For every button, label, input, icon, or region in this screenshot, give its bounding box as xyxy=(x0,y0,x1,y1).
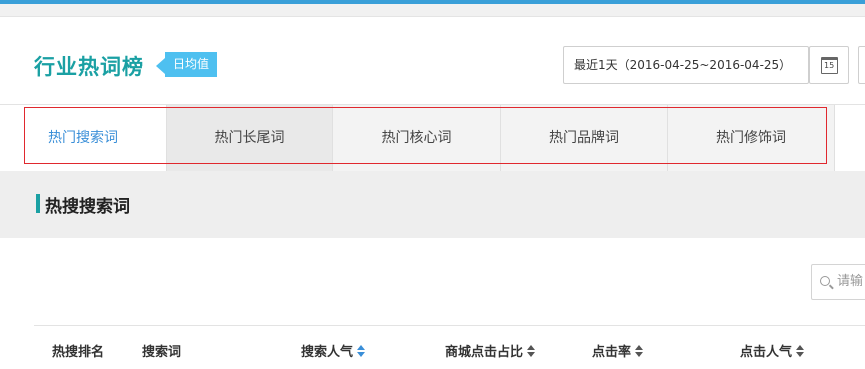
calendar-day-number: 15 xyxy=(824,61,835,70)
column-header-label: 点击人气 xyxy=(740,345,793,360)
search-input[interactable]: 请输 xyxy=(811,264,865,300)
tab-hot-long-tail-words[interactable]: 热门长尾词 xyxy=(167,105,333,171)
calendar-button[interactable]: 15 xyxy=(809,46,849,84)
column-header-label: 热搜排名 xyxy=(52,345,105,360)
section-accent-bar xyxy=(36,194,40,213)
keyword-tabs: 热门搜索词 热门长尾词 热门核心词 热门品牌词 热门修饰词 xyxy=(0,104,865,171)
sort-icon[interactable] xyxy=(527,345,536,357)
column-header-click-rate[interactable]: 点击率 xyxy=(592,341,644,360)
date-range-selector[interactable]: 最近1天（2016-04-25~2016-04-25） xyxy=(563,46,809,84)
tab-overflow-area xyxy=(835,105,865,171)
badge-arrow xyxy=(156,58,165,74)
column-header-label: 点击率 xyxy=(592,345,632,360)
toolbar-button[interactable] xyxy=(858,46,865,84)
section-title: 热搜搜索词 xyxy=(45,197,130,217)
column-header-rank: 热搜排名 xyxy=(52,341,104,360)
table-header-divider xyxy=(34,325,865,326)
column-header-label: 搜索词 xyxy=(142,345,182,360)
search-icon xyxy=(820,276,830,286)
sort-icon[interactable] xyxy=(796,345,805,357)
column-header-mall-click-share[interactable]: 商城点击占比 xyxy=(445,341,536,360)
column-header-click-popularity[interactable]: 点击人气 xyxy=(740,341,805,360)
top-band xyxy=(0,4,865,17)
daily-average-badge: 日均值 xyxy=(165,52,218,77)
page-header: 行业热词榜 日均值 最近1天（2016-04-25~2016-04-25） 15 xyxy=(0,18,865,104)
tab-hot-modifier-words[interactable]: 热门修饰词 xyxy=(668,105,835,171)
column-header-keyword: 搜索词 xyxy=(142,341,181,360)
tab-hot-search-words[interactable]: 热门搜索词 xyxy=(0,105,167,171)
search-placeholder: 请输 xyxy=(837,274,864,289)
column-header-label: 搜索人气 xyxy=(301,345,354,360)
tab-hot-core-words[interactable]: 热门核心词 xyxy=(333,105,501,171)
sort-icon[interactable] xyxy=(357,345,366,357)
sort-icon[interactable] xyxy=(635,345,644,357)
column-header-label: 商城点击占比 xyxy=(445,345,524,360)
page-title: 行业热词榜 xyxy=(34,55,144,79)
calendar-icon: 15 xyxy=(821,57,838,74)
column-header-search-popularity[interactable]: 搜索人气 xyxy=(301,341,366,360)
tab-hot-brand-words[interactable]: 热门品牌词 xyxy=(501,105,668,171)
